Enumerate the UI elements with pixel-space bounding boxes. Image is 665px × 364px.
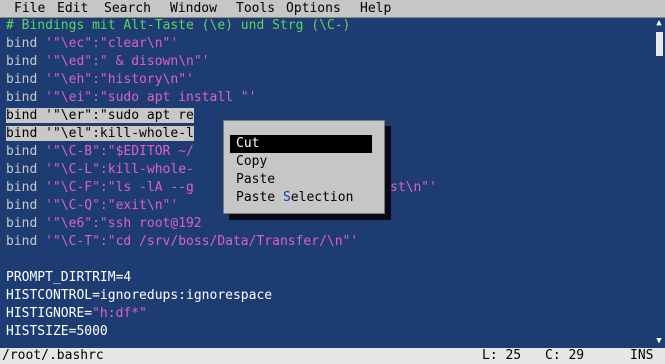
- context-paste[interactable]: Paste: [230, 171, 275, 189]
- scroll-thumb[interactable]: [656, 32, 663, 56]
- code-line: HISTIGNORE="h:df*": [6, 306, 147, 321]
- code-line: PROMPT_DIRTRIM=4: [6, 270, 132, 285]
- menu-search[interactable]: Search: [104, 0, 151, 17]
- status-bar: /root/.bashrc L: 25 C: 29 INS: [0, 348, 665, 364]
- context-menu: Cut Copy Paste Paste Selection: [223, 120, 385, 214]
- code-line: bind '"\eh":"history\n"': [6, 72, 194, 87]
- status-mode: INS: [630, 348, 654, 363]
- code-line: HISTSIZE=5000: [6, 324, 108, 339]
- code-line: bind '"\C-T":"cd /srv/boss/Data/Transfer…: [6, 234, 359, 249]
- menu-window[interactable]: Window: [170, 0, 217, 17]
- context-paste-selection[interactable]: Paste Selection: [230, 189, 353, 207]
- scroll-up-icon[interactable]: ▲: [653, 18, 665, 30]
- menu-options[interactable]: Options: [286, 0, 341, 17]
- context-copy[interactable]: Copy: [230, 153, 267, 171]
- code-line: bind '"\ei":"sudo apt install "': [6, 90, 257, 105]
- code-line: HISTCONTROL=ignoredups:ignorespace: [6, 288, 273, 303]
- comment-line: # Bindings mit Alt-Taste (\e) und Strg (…: [6, 18, 351, 33]
- menu-file[interactable]: File: [14, 0, 45, 17]
- status-filename: /root/.bashrc: [2, 348, 104, 363]
- menu-edit[interactable]: Edit: [57, 0, 88, 17]
- menu-tools[interactable]: Tools: [236, 0, 275, 17]
- code-line: bind '"\ed":" & disown\n"': [6, 54, 210, 69]
- code-line: bind '"\ec":"clear\n"': [6, 36, 179, 51]
- menu-help[interactable]: Help: [360, 0, 391, 17]
- code-line: bind '"\e6":"ssh root@192: [6, 216, 202, 231]
- status-line: L: 25: [482, 348, 522, 363]
- context-cut[interactable]: Cut: [230, 135, 372, 153]
- menu-bar: File Edit Search Window Tools Options He…: [0, 0, 665, 18]
- vertical-scrollbar[interactable]: ▲ ▼: [653, 18, 665, 348]
- status-column: C: 29: [545, 348, 585, 363]
- scroll-down-icon[interactable]: ▼: [653, 336, 665, 348]
